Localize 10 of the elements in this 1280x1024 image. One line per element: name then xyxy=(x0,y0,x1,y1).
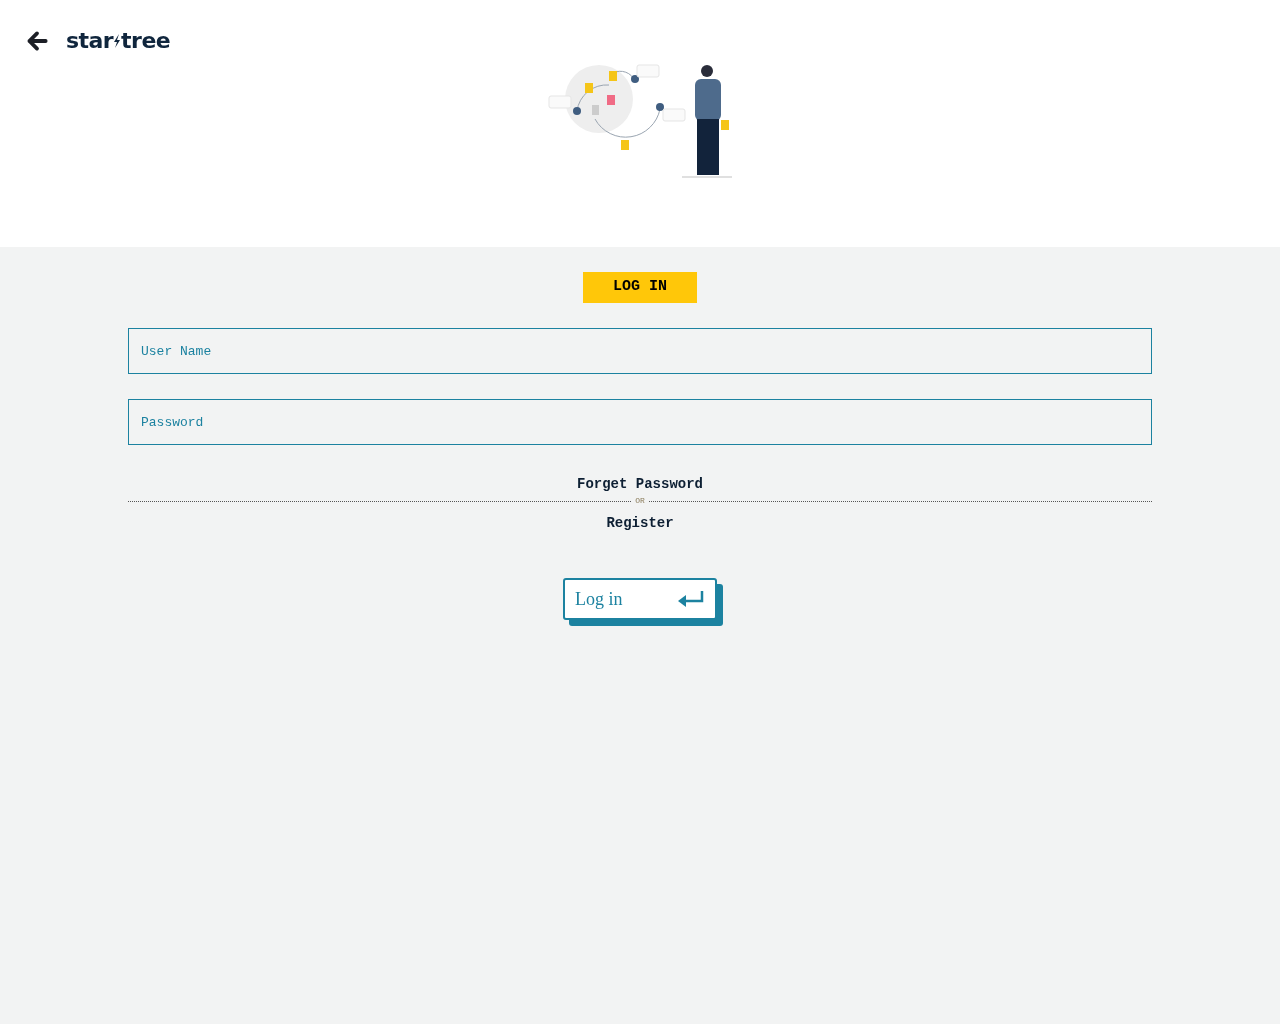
register-link[interactable]: Register xyxy=(606,513,674,534)
input-field[interactable]: Password xyxy=(128,399,1152,445)
logo-text: star xyxy=(66,27,114,55)
divider-label: OR xyxy=(635,495,645,507)
logo-text: tree xyxy=(121,27,171,55)
login-title: LOG IN xyxy=(583,272,697,303)
forgot-password-link[interactable]: Forget Password xyxy=(577,474,703,495)
lightning-icon xyxy=(113,33,122,48)
enter-key-icon xyxy=(677,590,705,608)
input-field[interactable]: User Name xyxy=(128,328,1152,374)
